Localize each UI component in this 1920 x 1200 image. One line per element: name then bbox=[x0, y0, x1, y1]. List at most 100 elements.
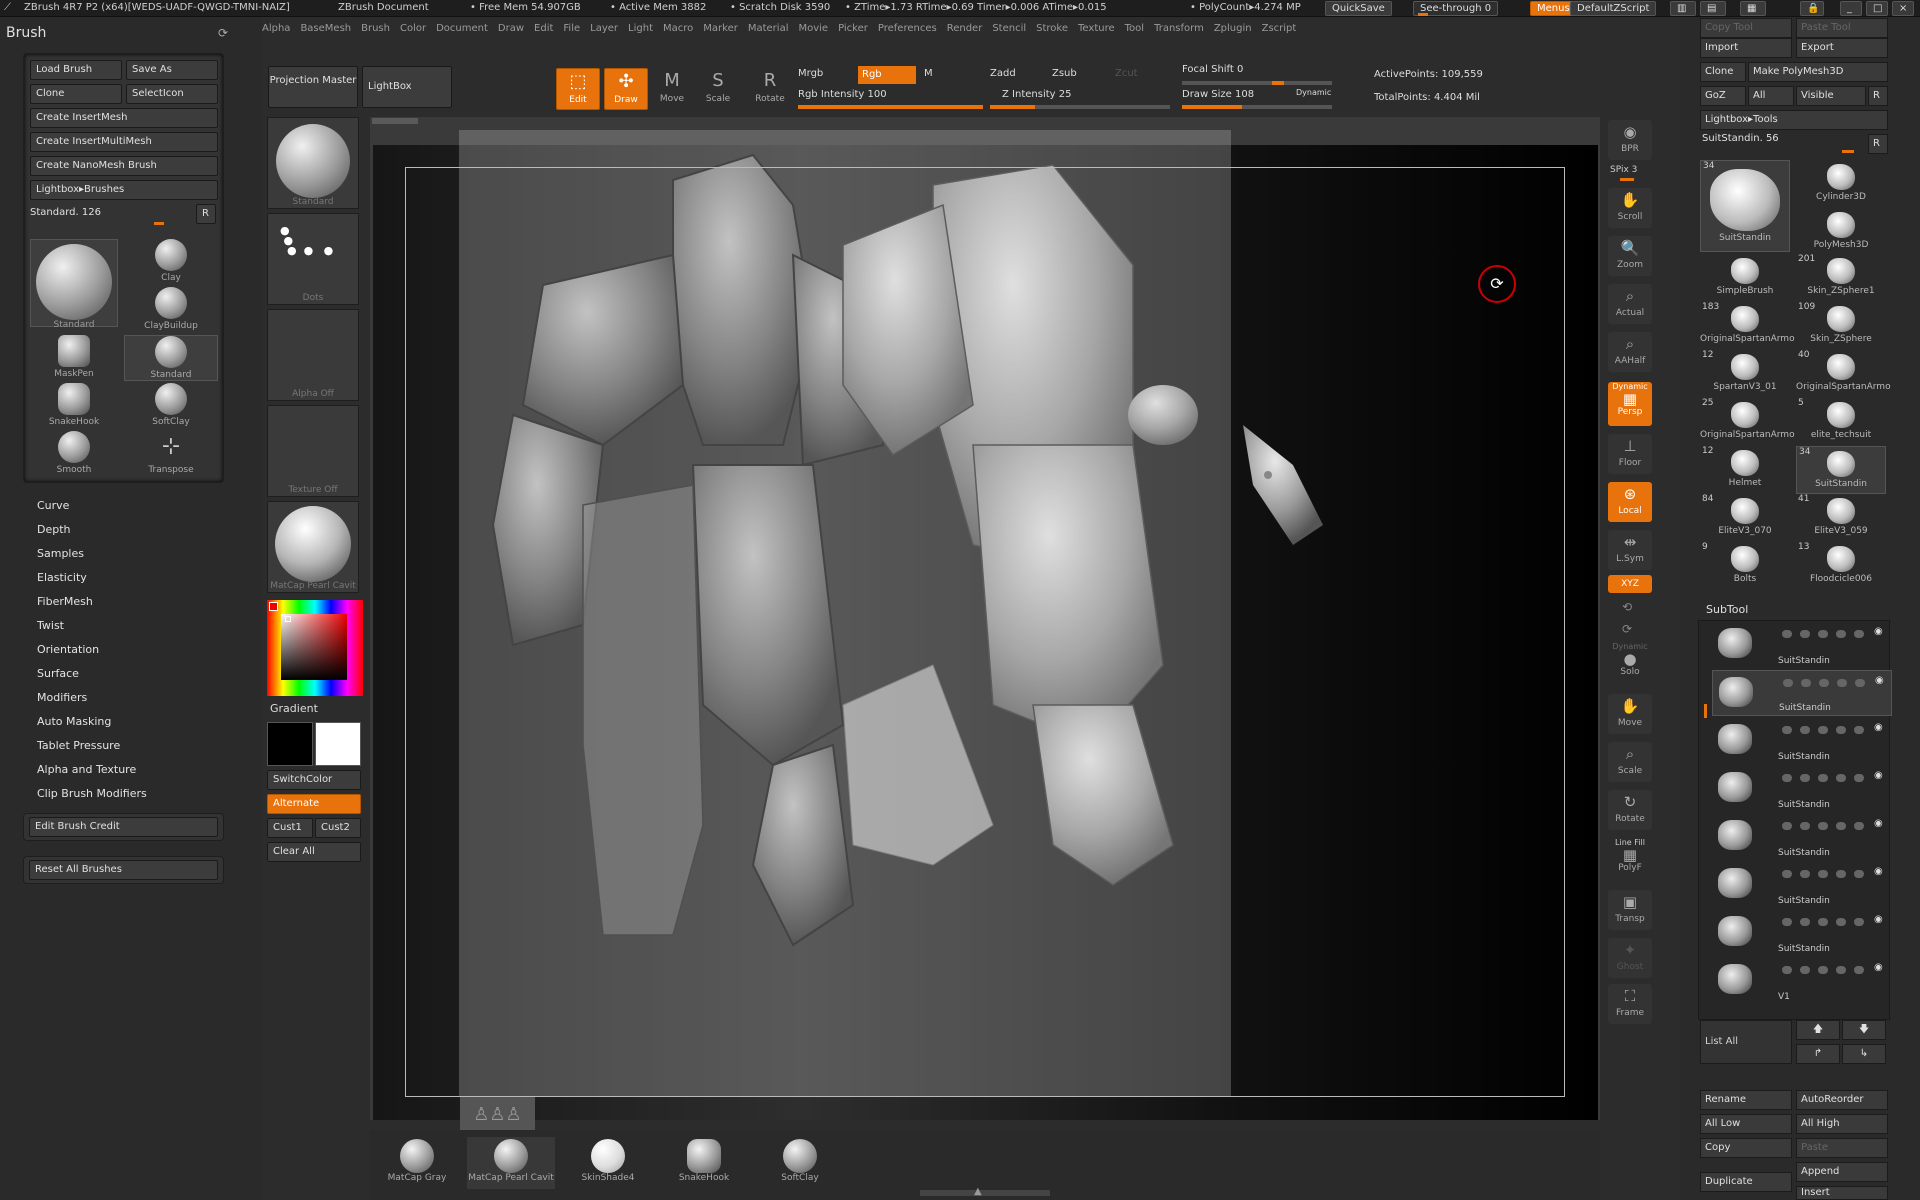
rgb-intensity-slider[interactable]: Rgb Intensity 100 bbox=[798, 89, 887, 100]
make-polymesh-button[interactable]: Make PolyMesh3D bbox=[1748, 62, 1888, 82]
quicksave-button[interactable]: QuickSave bbox=[1325, 1, 1392, 16]
arrow-down-right-icon[interactable]: ↳ bbox=[1842, 1044, 1886, 1064]
brush-menu-samples[interactable]: Samples bbox=[37, 542, 168, 566]
polyf-button[interactable]: Line Fill ▦ PolyF bbox=[1608, 838, 1652, 878]
goz-button[interactable]: GoZ bbox=[1700, 86, 1746, 106]
alternate-button[interactable]: Alternate bbox=[267, 794, 361, 814]
load-brush-button[interactable]: Load Brush bbox=[30, 60, 122, 80]
m-button[interactable]: M bbox=[924, 68, 933, 79]
paste-subtool-button[interactable]: Paste bbox=[1796, 1138, 1888, 1158]
dynamic-toggle[interactable]: Dynamic bbox=[1296, 88, 1331, 97]
duplicate-button[interactable]: Duplicate bbox=[1700, 1172, 1792, 1192]
edit-mode-button[interactable]: ⬚ Edit bbox=[556, 68, 600, 110]
arrow-up-right-icon[interactable]: ↱ bbox=[1796, 1044, 1840, 1064]
brush-thumb-standard[interactable]: Standard bbox=[124, 335, 218, 381]
goz-all-button[interactable]: All bbox=[1748, 86, 1794, 106]
move-mode-button[interactable]: M Move bbox=[650, 68, 694, 110]
brush-menu-fibermesh[interactable]: FiberMesh bbox=[37, 590, 168, 614]
transp-button[interactable]: ▣ Transp bbox=[1608, 890, 1652, 930]
actual-button[interactable]: ⌕ Actual bbox=[1608, 284, 1652, 324]
brush-thumb-clay[interactable]: Clay bbox=[124, 239, 218, 283]
brush-menu-curve[interactable]: Curve bbox=[37, 494, 168, 518]
current-brush-slider[interactable]: Standard. 126 bbox=[30, 204, 190, 222]
bottom-scroll-handle[interactable] bbox=[920, 1190, 1050, 1196]
bottom-matcap-pearl[interactable]: MatCap Pearl Cavit bbox=[467, 1137, 555, 1189]
scale-mode-button[interactable]: S Scale bbox=[696, 68, 740, 110]
material-tile[interactable]: MatCap Pearl Cavit bbox=[267, 501, 359, 593]
rotate-y-icon[interactable]: ⟲ bbox=[1622, 600, 1632, 614]
local-button[interactable]: ⊛ Local bbox=[1608, 482, 1652, 522]
create-nanomesh-button[interactable]: Create NanoMesh Brush bbox=[30, 156, 218, 176]
subtool-row[interactable]: ◉ V1 bbox=[1712, 958, 1892, 1004]
menu-material[interactable]: Material bbox=[748, 23, 789, 34]
menu-alpha[interactable]: Alpha bbox=[262, 23, 290, 34]
all-low-button[interactable]: All Low bbox=[1700, 1114, 1792, 1134]
brush-menu-tablet-pressure[interactable]: Tablet Pressure bbox=[37, 734, 168, 758]
brush-menu-modifiers[interactable]: Modifiers bbox=[37, 686, 168, 710]
navigator-thumbnail[interactable]: ♙♙♙ bbox=[460, 1097, 535, 1133]
brush-r-button[interactable]: R bbox=[196, 204, 216, 224]
menu-picker[interactable]: Picker bbox=[838, 23, 868, 34]
zsub-button[interactable]: Zsub bbox=[1052, 68, 1077, 79]
lsym-button[interactable]: ⇹ L.Sym bbox=[1608, 530, 1652, 570]
clone-brush-button[interactable]: Clone bbox=[30, 84, 122, 104]
expand-chevron-icon[interactable]: ▲ bbox=[974, 1186, 982, 1197]
move-up-arrow-icon[interactable]: 🡅 bbox=[1796, 1020, 1840, 1040]
paste-tool-button[interactable]: Paste Tool bbox=[1796, 18, 1888, 38]
tool-thumb-cylinder3d[interactable]: Cylinder3D bbox=[1796, 160, 1886, 208]
tool-thumb-spartanv3_01[interactable]: 12 SpartanV3_01 bbox=[1700, 350, 1790, 398]
current-tool-slider[interactable]: SuitStandin. 56 bbox=[1702, 133, 1779, 144]
menu-zscript[interactable]: Zscript bbox=[1262, 23, 1297, 34]
brush-thumb-claybuildup[interactable]: ClayBuildup bbox=[124, 287, 218, 331]
bottom-snakehook[interactable]: SnakeHook bbox=[660, 1137, 748, 1189]
bottom-matcap-gray[interactable]: MatCap Gray bbox=[373, 1137, 461, 1189]
menu-movie[interactable]: Movie bbox=[798, 23, 828, 34]
tool-thumb-originalspartanarmo[interactable]: 25 OriginalSpartanArmo bbox=[1700, 398, 1795, 446]
subtool-row[interactable]: ◉ SuitStandin bbox=[1712, 910, 1892, 956]
brush-thumb-smooth[interactable]: Smooth bbox=[30, 431, 118, 475]
z-intensity-track[interactable] bbox=[990, 105, 1170, 109]
draw-mode-button[interactable]: ✣ Draw bbox=[604, 68, 648, 110]
list-all-button[interactable]: List All bbox=[1700, 1020, 1792, 1064]
zadd-button[interactable]: Zadd bbox=[990, 68, 1016, 79]
menu-stencil[interactable]: Stencil bbox=[992, 23, 1026, 34]
switch-color-button[interactable]: SwitchColor bbox=[267, 770, 361, 790]
viewport-scroll-indicator[interactable] bbox=[372, 118, 418, 124]
alpha-tile[interactable]: Alpha Off bbox=[267, 309, 359, 401]
bottom-skinshade4[interactable]: SkinShade4 bbox=[564, 1137, 652, 1189]
brush-menu-depth[interactable]: Depth bbox=[37, 518, 168, 542]
all-high-button[interactable]: All High bbox=[1796, 1114, 1888, 1134]
tool-thumb-elitev3_059[interactable]: 41 EliteV3_059 bbox=[1796, 494, 1886, 542]
zoom-button[interactable]: 🔍 Zoom bbox=[1608, 236, 1652, 276]
menu-document[interactable]: Document bbox=[436, 23, 488, 34]
close-icon[interactable]: × bbox=[1892, 1, 1914, 16]
visibility-eye-icon[interactable]: ◉ bbox=[1874, 866, 1883, 877]
subtool-row[interactable]: ◉ SuitStandin bbox=[1712, 718, 1892, 764]
bpr-button[interactable]: ◉ BPR bbox=[1608, 120, 1652, 160]
tool-thumb-elitev3_070[interactable]: 84 EliteV3_070 bbox=[1700, 494, 1790, 542]
lightbox-tools-button[interactable]: Lightbox▸Tools bbox=[1700, 110, 1888, 130]
menu-color[interactable]: Color bbox=[400, 23, 426, 34]
brush-thumb-maskpen[interactable]: MaskPen bbox=[30, 335, 118, 379]
tool-thumb-skin_zsphere[interactable]: 109 Skin_ZSphere bbox=[1796, 302, 1886, 350]
menu-tool[interactable]: Tool bbox=[1125, 23, 1144, 34]
copy-tool-button[interactable]: Copy Tool bbox=[1700, 18, 1792, 38]
visibility-eye-icon[interactable]: ◉ bbox=[1874, 962, 1883, 973]
minimize-icon[interactable]: _ bbox=[1840, 1, 1862, 16]
tool-thumb-floodcicle006[interactable]: 13 Floodcicle006 bbox=[1796, 542, 1886, 590]
move-view-button[interactable]: ✋ Move bbox=[1608, 694, 1652, 734]
stroke-tile[interactable]: ● ● ● ● ● Dots bbox=[267, 213, 359, 305]
scroll-button[interactable]: ✋ Scroll bbox=[1608, 188, 1652, 228]
secondary-color-swatch[interactable] bbox=[315, 722, 361, 766]
draw-size-track[interactable] bbox=[1182, 105, 1332, 109]
tool-thumb-elite_techsuit[interactable]: 5 elite_techsuit bbox=[1796, 398, 1886, 446]
rotate-view-button[interactable]: ↻ Rotate bbox=[1608, 790, 1652, 830]
brush-menu-clip-brush-modifiers[interactable]: Clip Brush Modifiers bbox=[37, 782, 168, 806]
brush-menu-surface[interactable]: Surface bbox=[37, 662, 168, 686]
subtool-row[interactable]: ◉ SuitStandin bbox=[1712, 862, 1892, 908]
menu-preferences[interactable]: Preferences bbox=[878, 23, 937, 34]
texture-tile[interactable]: Texture Off bbox=[267, 405, 359, 497]
menu-basemesh[interactable]: BaseMesh bbox=[300, 23, 351, 34]
tool-thumb-suitstandin[interactable]: 34 SuitStandin bbox=[1796, 446, 1886, 494]
subtool-row[interactable]: ◉ SuitStandin bbox=[1712, 766, 1892, 812]
